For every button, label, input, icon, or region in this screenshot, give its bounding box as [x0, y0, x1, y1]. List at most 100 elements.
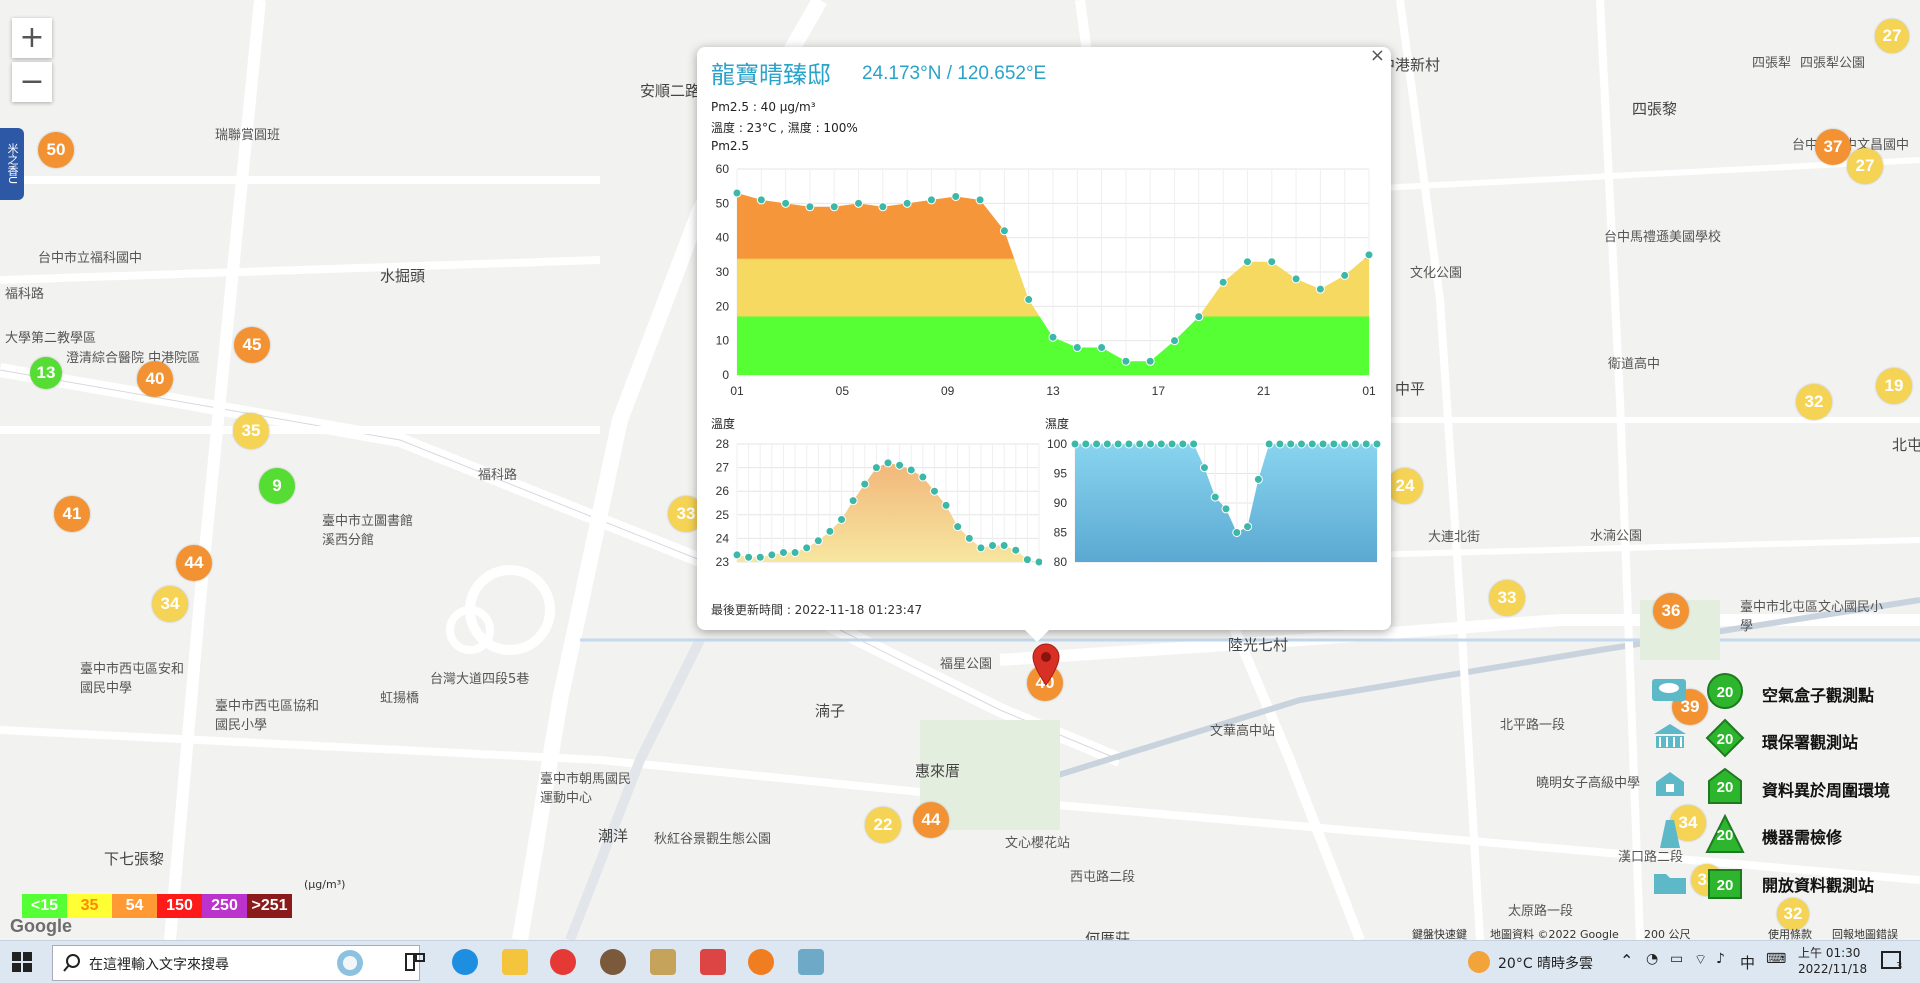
station-marker[interactable]: 27	[1875, 19, 1909, 53]
chrome-icon[interactable]	[550, 949, 576, 975]
legend-item-abnormal	[1650, 770, 1690, 796]
station-marker[interactable]: 35	[233, 413, 269, 449]
data-point	[848, 496, 858, 506]
y-tick-label: 10	[716, 334, 730, 348]
station-marker[interactable]: 27	[1847, 148, 1883, 184]
map-pin-icon[interactable]	[1031, 643, 1061, 687]
data-point	[906, 465, 916, 475]
app-icon[interactable]	[798, 949, 824, 975]
temperature-chart-title: 溫度	[711, 417, 736, 431]
legend-badge-value: 20	[1717, 779, 1734, 796]
legend-badge-triangle: 20	[1705, 814, 1745, 853]
folder-icon	[1654, 874, 1686, 894]
weather-text[interactable]: 20°C 晴時多雲	[1498, 953, 1593, 973]
aqi-legend-item: >251	[247, 894, 292, 918]
station-marker[interactable]: 22	[865, 807, 901, 843]
file-explorer-icon[interactable]	[502, 949, 528, 975]
data-point	[1264, 439, 1274, 449]
legend-item-epa	[1650, 722, 1690, 748]
aqi-legend-item: 35	[67, 894, 112, 918]
search-icon	[63, 954, 80, 972]
station-marker[interactable]: 19	[1876, 368, 1912, 404]
data-point	[1218, 277, 1228, 287]
legend-label: 資料異於周圍環境	[1762, 781, 1891, 800]
edge-icon[interactable]	[452, 949, 478, 975]
station-marker[interactable]: 45	[234, 327, 270, 363]
data-point	[1011, 545, 1021, 555]
station-marker[interactable]: 44	[176, 545, 212, 581]
zoom-out-button[interactable]: −	[12, 62, 52, 102]
legend-item-airbox	[1650, 676, 1690, 702]
station-marker[interactable]: 24	[1387, 468, 1423, 504]
clock-date[interactable]: 2022/11/18	[1798, 962, 1867, 976]
station-marker[interactable]: 13	[30, 357, 62, 389]
data-point	[744, 552, 754, 562]
station-marker[interactable]: 33	[1489, 580, 1525, 616]
legend-label: 開放資料觀測站	[1762, 876, 1875, 895]
data-point	[854, 198, 864, 208]
map-label: 陸光七村	[1228, 636, 1289, 654]
data-point	[732, 550, 742, 560]
volume-icon[interactable]: ♪	[1716, 951, 1725, 967]
map-label: 文心櫻花站	[1005, 836, 1071, 851]
network-icon[interactable]: ◔	[1646, 951, 1658, 967]
map-label: 澄清綜合醫院 中港院區	[66, 351, 201, 366]
app-icon[interactable]	[650, 949, 676, 975]
station-marker[interactable]: 36	[1653, 593, 1689, 629]
popup-close-button[interactable]: ×	[1370, 45, 1385, 66]
station-marker[interactable]: 44	[913, 802, 949, 838]
y-tick-label: 24	[716, 531, 730, 545]
battery-icon[interactable]: ▭	[1670, 951, 1683, 967]
map-label: 太原路一段	[1508, 904, 1574, 919]
zoom-in-button[interactable]: +	[12, 18, 52, 58]
snipping-tool-icon[interactable]	[700, 949, 726, 975]
y-tick-label: 90	[1054, 496, 1068, 510]
station-marker[interactable]: 40	[137, 361, 173, 397]
station-title: 龍寶晴臻邸	[711, 61, 831, 89]
data-point	[1318, 439, 1328, 449]
data-point	[1199, 463, 1209, 473]
clock-time[interactable]: 上午 01:30	[1798, 944, 1860, 961]
data-point	[1221, 504, 1231, 514]
side-tab[interactable]: 米之香U	[0, 128, 24, 200]
y-tick-label: 50	[716, 196, 730, 210]
wifi-icon[interactable]: ⌔	[1694, 951, 1707, 969]
station-marker[interactable]: 32	[1796, 384, 1832, 420]
data-point	[1275, 439, 1285, 449]
report-error-link[interactable]: 回報地圖錯誤	[1832, 926, 1898, 940]
station-marker[interactable]: 41	[54, 496, 90, 532]
map-label: 曉明女子高級中學	[1536, 776, 1641, 791]
station-marker[interactable]: 34	[152, 586, 188, 622]
aqi-legend-item: 54	[112, 894, 157, 918]
map-scale[interactable]: 200 公尺	[1644, 926, 1691, 940]
humidity-chart: 80 85 90 95 100	[1047, 437, 1382, 569]
legend-badge-value: 20	[1717, 731, 1734, 748]
map[interactable]: 安順二路 瑞聯賞圓班 台中市立福科國中 水掘頭 福科路 大學第二教學區 澄清綜合…	[0, 0, 1920, 940]
map-label: 臺中市立圖書館溪西分館	[322, 514, 414, 548]
notification-count: 3	[1896, 961, 1903, 972]
station-coords: 24.173°N / 120.652°E	[862, 63, 1047, 84]
windows-start-icon[interactable]	[12, 952, 32, 972]
data-point	[999, 540, 1009, 550]
ime-indicator[interactable]: 中	[1740, 952, 1755, 973]
map-label: 水湳公園	[1590, 529, 1643, 544]
station-marker[interactable]: 50	[38, 132, 74, 168]
data-point	[1286, 439, 1296, 449]
blender-icon[interactable]	[748, 949, 774, 975]
last-updated: 最後更新時間 : 2022-11-18 01:23:47	[711, 603, 923, 617]
taskbar-search[interactable]: 在這裡輸入文字來搜尋	[52, 945, 420, 981]
terms-link[interactable]: 使用條款	[1768, 926, 1812, 940]
chevron-up-icon[interactable]: ⌃	[1620, 951, 1633, 970]
y-tick-label: 85	[1054, 526, 1068, 540]
data-point	[778, 548, 788, 558]
y-tick-label: 27	[716, 461, 730, 475]
keyboard-shortcuts-link[interactable]: 鍵盤快速鍵	[1412, 926, 1467, 940]
data-point	[941, 500, 951, 510]
task-view-icon[interactable]	[405, 953, 425, 971]
station-marker[interactable]: 37	[1815, 129, 1851, 165]
humidity-chart-title: 濕度	[1045, 417, 1070, 431]
keyboard-icon[interactable]: ⌨	[1766, 951, 1786, 967]
station-marker[interactable]: 9	[259, 468, 295, 504]
app-icon[interactable]	[600, 949, 626, 975]
map-label: 衛道高中	[1608, 357, 1661, 372]
